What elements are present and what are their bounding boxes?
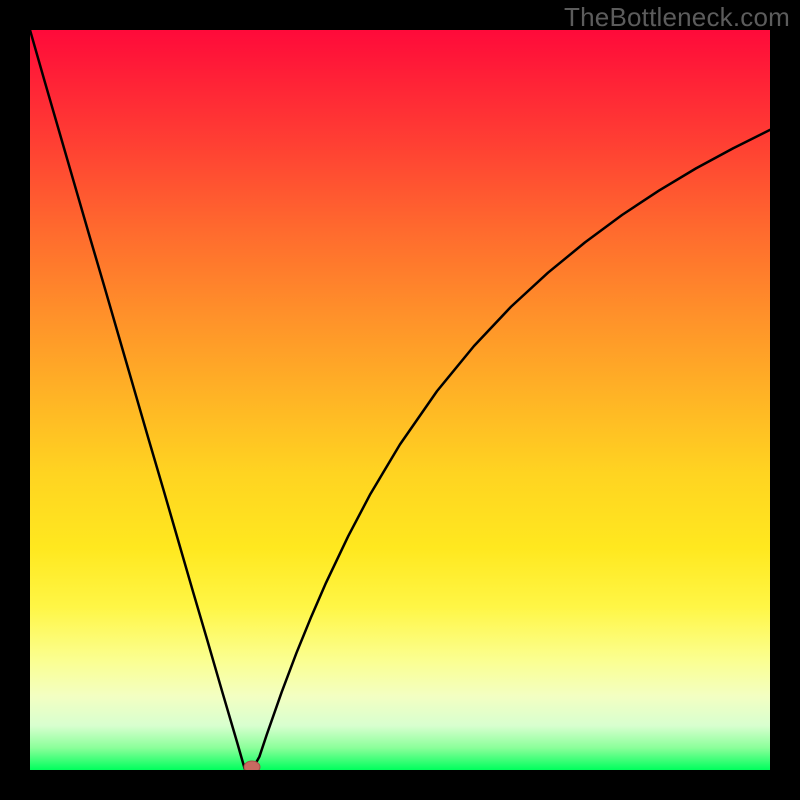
plot-svg [30, 30, 770, 770]
watermark-text: TheBottleneck.com [564, 2, 790, 33]
chart-container: TheBottleneck.com [0, 0, 800, 800]
minimum-marker [244, 761, 260, 770]
plot-area [30, 30, 770, 770]
bottleneck-curve [30, 30, 770, 770]
